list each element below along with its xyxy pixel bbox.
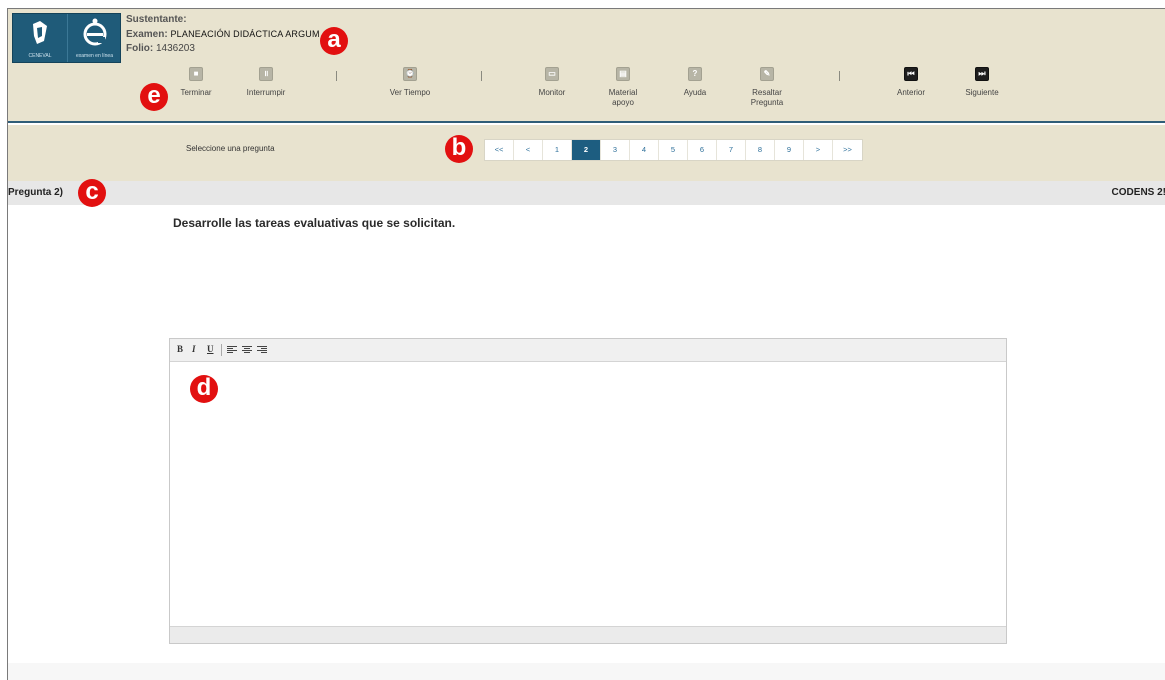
resaltar-label-line1: Resaltar — [752, 88, 782, 97]
question-code: CODENS 2! — [1111, 187, 1165, 198]
page-next[interactable]: > — [804, 140, 833, 160]
material-apoyo-button[interactable]: ▤ Material apoyo — [599, 67, 647, 108]
exam-header: CENEVAL examen en línea Sustentante: Exa… — [8, 9, 1165, 123]
ver-tiempo-label: Ver Tiempo — [389, 88, 431, 97]
interrumpir-button[interactable]: ॥ Interrumpir — [236, 67, 296, 98]
exam-toolbar: ■ Terminar ॥ Interrumpir ⌚ Ver Tiempo ▭ … — [8, 65, 1165, 121]
page-6[interactable]: 6 — [688, 140, 717, 160]
monitor-label: Monitor — [538, 88, 566, 97]
question-number: Pregunta 2) — [8, 187, 64, 198]
resaltar-label-line2: Pregunta — [750, 98, 784, 107]
exam-window: CENEVAL examen en línea Sustentante: Exa… — [7, 8, 1165, 680]
page-2-active[interactable]: 2 — [572, 140, 601, 160]
interrumpir-label: Interrumpir — [246, 88, 286, 97]
page-7[interactable]: 7 — [717, 140, 746, 160]
toolbar-separator — [481, 71, 482, 81]
terminar-label: Terminar — [180, 88, 212, 97]
marker-d: d — [190, 375, 218, 403]
ayuda-label: Ayuda — [683, 88, 707, 97]
examen-en-linea-icon — [83, 18, 107, 46]
page-4[interactable]: 4 — [630, 140, 659, 160]
marker-c: c — [78, 179, 106, 207]
material-label-line2: apoyo — [612, 98, 634, 107]
ceneval-logo: CENEVAL — [13, 14, 67, 62]
resaltar-pregunta-button[interactable]: ✎ Resaltar Pregunta — [740, 67, 794, 108]
page-last[interactable]: >> — [833, 140, 862, 160]
stop-icon: ■ — [189, 67, 203, 81]
editor-status-bar — [170, 626, 1006, 643]
material-label-line1: Material — [608, 88, 638, 97]
logo-box: CENEVAL examen en línea — [12, 13, 121, 63]
siguiente-label: Siguiente — [965, 88, 999, 97]
page-first[interactable]: << — [485, 140, 514, 160]
italic-button[interactable]: I — [192, 344, 196, 354]
answer-editor: B I U d — [169, 338, 1007, 644]
pause-icon: ॥ — [259, 67, 273, 81]
page-1[interactable]: 1 — [543, 140, 572, 160]
toolbar-separator — [839, 71, 840, 81]
editor-text-area[interactable] — [170, 362, 1006, 626]
monitor-button[interactable]: ▭ Monitor — [526, 67, 578, 98]
page-prev[interactable]: < — [514, 140, 543, 160]
align-left-icon[interactable] — [227, 346, 237, 355]
terminar-button[interactable]: ■ Terminar — [172, 67, 220, 98]
examen-en-linea-logo: examen en línea — [67, 14, 121, 62]
question-bar: Pregunta 2) c CODENS 2! — [8, 179, 1165, 207]
question-pager: << < 1 2 3 4 5 6 7 8 9 > >> — [484, 139, 863, 161]
document-icon: ▤ — [616, 67, 630, 81]
ver-tiempo-button[interactable]: ⌚ Ver Tiempo — [380, 67, 440, 98]
examen-label: Examen: — [126, 29, 168, 40]
page-3[interactable]: 3 — [601, 140, 630, 160]
exam-name: PLANEACIÓN DIDÁCTICA ARGUM — [170, 29, 320, 39]
anterior-button[interactable]: ⏮ Anterior — [886, 67, 936, 98]
toolbar-separator — [336, 71, 337, 81]
align-center-icon[interactable] — [242, 346, 252, 355]
marker-e: e — [140, 83, 168, 111]
marker-b: b — [445, 135, 473, 163]
question-instruction: Desarrolle las tareas evaluativas que se… — [173, 216, 456, 230]
marker-a: a — [320, 27, 348, 55]
folio-value: 1436203 — [156, 43, 195, 54]
clock-icon: ⌚ — [403, 67, 417, 81]
ayuda-button[interactable]: ? Ayuda — [672, 67, 718, 98]
editor-toolbar-separator — [221, 344, 222, 356]
editor-toolbar: B I U — [170, 339, 1006, 362]
page-9[interactable]: 9 — [775, 140, 804, 160]
examen-en-linea-caption: examen en línea — [76, 53, 113, 59]
previous-icon: ⏮ — [904, 67, 918, 81]
pencil-icon: ✎ — [760, 67, 774, 81]
monitor-icon: ▭ — [545, 67, 559, 81]
anterior-label: Anterior — [896, 88, 925, 97]
help-icon: ? — [688, 67, 702, 81]
align-right-icon[interactable] — [257, 346, 267, 355]
sustentante-label: Sustentante: — [126, 14, 187, 25]
footer-band — [8, 663, 1165, 680]
question-selector: Seleccione una pregunta b << < 1 2 3 4 5… — [8, 125, 1165, 181]
selector-label: Seleccione una pregunta — [186, 144, 275, 153]
underline-button[interactable]: U — [207, 344, 214, 354]
page-5[interactable]: 5 — [659, 140, 688, 160]
page-8[interactable]: 8 — [746, 140, 775, 160]
exam-info: Sustentante: Examen: PLANEACIÓN DIDÁCTIC… — [126, 13, 320, 56]
ceneval-logo-icon — [33, 21, 47, 44]
siguiente-button[interactable]: ⏭ Siguiente — [956, 67, 1008, 98]
ceneval-caption: CENEVAL — [28, 53, 52, 59]
next-icon: ⏭ — [975, 67, 989, 81]
folio-label: Folio: — [126, 43, 154, 54]
bold-button[interactable]: B — [177, 344, 183, 354]
